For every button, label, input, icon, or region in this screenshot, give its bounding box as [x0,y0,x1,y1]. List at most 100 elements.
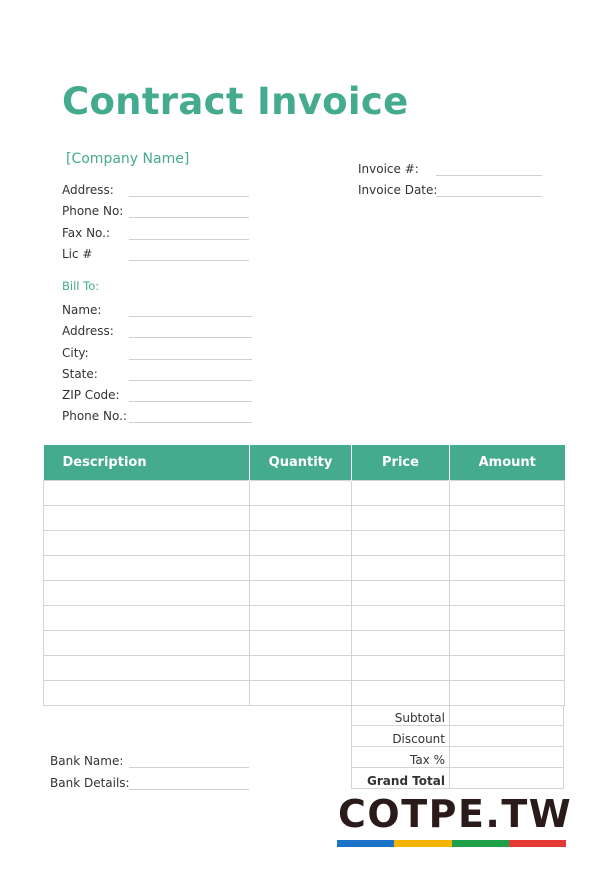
invoice-date-label: Invoice Date: [358,183,438,197]
price-cell[interactable] [351,655,450,681]
company-fax-label: Fax No.: [62,226,111,240]
amount-cell[interactable] [449,580,565,606]
items-table: Description Quantity Price Amount [43,445,565,706]
bill-to-zip-field[interactable] [129,401,252,402]
bill-to-state-field[interactable] [129,380,252,381]
amount-cell[interactable] [449,555,565,581]
quantity-cell[interactable] [249,680,352,706]
description-cell[interactable] [43,630,250,656]
table-row [43,505,565,531]
table-row [43,580,565,606]
grand-total-row: Grand Total [351,768,564,789]
amount-cell[interactable] [449,630,565,656]
bill-to-city-label: City: [62,346,89,360]
description-cell[interactable] [43,530,250,556]
watermark-bar-blue [337,840,395,847]
quantity-cell[interactable] [249,530,352,556]
page-title: Contract Invoice [62,80,409,123]
price-cell[interactable] [351,505,450,531]
bill-to-name-label: Name: [62,303,102,317]
description-cell[interactable] [43,655,250,681]
price-cell[interactable] [351,530,450,556]
bank-details-label: Bank Details: [50,776,130,790]
company-lic-field[interactable] [129,260,249,261]
discount-row: Discount [351,726,564,747]
table-row [43,605,565,631]
tax-value[interactable] [449,747,564,768]
price-cell[interactable] [351,480,450,506]
bill-to-state-label: State: [62,367,98,381]
bill-to-heading: Bill To: [62,279,100,293]
invoice-number-field[interactable] [436,175,542,176]
quantity-cell[interactable] [249,580,352,606]
bank-name-field[interactable] [129,767,249,768]
amount-cell[interactable] [449,505,565,531]
watermark-color-bar [337,840,566,847]
bill-to-zip-label: ZIP Code: [62,388,120,402]
price-cell[interactable] [351,680,450,706]
bill-to-phone-label: Phone No.: [62,409,127,423]
quantity-cell[interactable] [249,480,352,506]
column-amount: Amount [449,445,565,481]
table-row [43,655,565,681]
watermark-bar-red [508,840,566,847]
column-description: Description [43,445,250,481]
quantity-cell[interactable] [249,630,352,656]
description-cell[interactable] [43,580,250,606]
company-name: [Company Name] [66,151,190,167]
amount-cell[interactable] [449,480,565,506]
price-cell[interactable] [351,555,450,581]
bill-to-address-label: Address: [62,324,114,338]
description-cell[interactable] [43,680,250,706]
price-cell[interactable] [351,605,450,631]
bank-details-field[interactable] [129,789,249,790]
amount-cell[interactable] [449,530,565,556]
table-row [43,630,565,656]
table-row [43,530,565,556]
company-fax-field[interactable] [129,239,249,240]
quantity-cell[interactable] [249,505,352,531]
table-row [43,480,565,506]
bill-to-address-field[interactable] [129,337,252,338]
table-row [43,555,565,581]
watermark-bar-green [451,840,509,847]
grand-total-value[interactable] [449,768,564,789]
watermark-bar-yellow [394,840,452,847]
subtotal-row: Subtotal [351,705,564,726]
price-cell[interactable] [351,580,450,606]
column-price: Price [351,445,450,481]
description-cell[interactable] [43,555,250,581]
company-address-label: Address: [62,183,114,197]
amount-cell[interactable] [449,605,565,631]
company-address-field[interactable] [129,196,249,197]
description-cell[interactable] [43,605,250,631]
watermark-logo: COTPE.TW [338,792,573,836]
invoice-date-field[interactable] [436,196,542,197]
price-cell[interactable] [351,630,450,656]
amount-cell[interactable] [449,655,565,681]
company-phone-field[interactable] [129,217,249,218]
amount-cell[interactable] [449,680,565,706]
tax-row: Tax % [351,747,564,768]
discount-label: Discount [351,726,449,747]
description-cell[interactable] [43,505,250,531]
tax-label: Tax % [351,747,449,768]
quantity-cell[interactable] [249,555,352,581]
bill-to-name-field[interactable] [129,316,252,317]
bank-name-label: Bank Name: [50,754,124,768]
subtotal-value[interactable] [449,705,564,726]
description-cell[interactable] [43,480,250,506]
table-row [43,680,565,706]
bill-to-city-field[interactable] [129,359,252,360]
company-phone-label: Phone No: [62,204,124,218]
bill-to-phone-field[interactable] [129,422,252,423]
discount-value[interactable] [449,726,564,747]
company-lic-label: Lic # [62,247,93,261]
subtotal-label: Subtotal [351,705,449,726]
grand-total-label: Grand Total [351,768,449,789]
column-quantity: Quantity [249,445,352,481]
totals-block: Subtotal Discount Tax % Grand Total [351,705,564,789]
quantity-cell[interactable] [249,655,352,681]
table-header-row: Description Quantity Price Amount [43,445,565,481]
quantity-cell[interactable] [249,605,352,631]
